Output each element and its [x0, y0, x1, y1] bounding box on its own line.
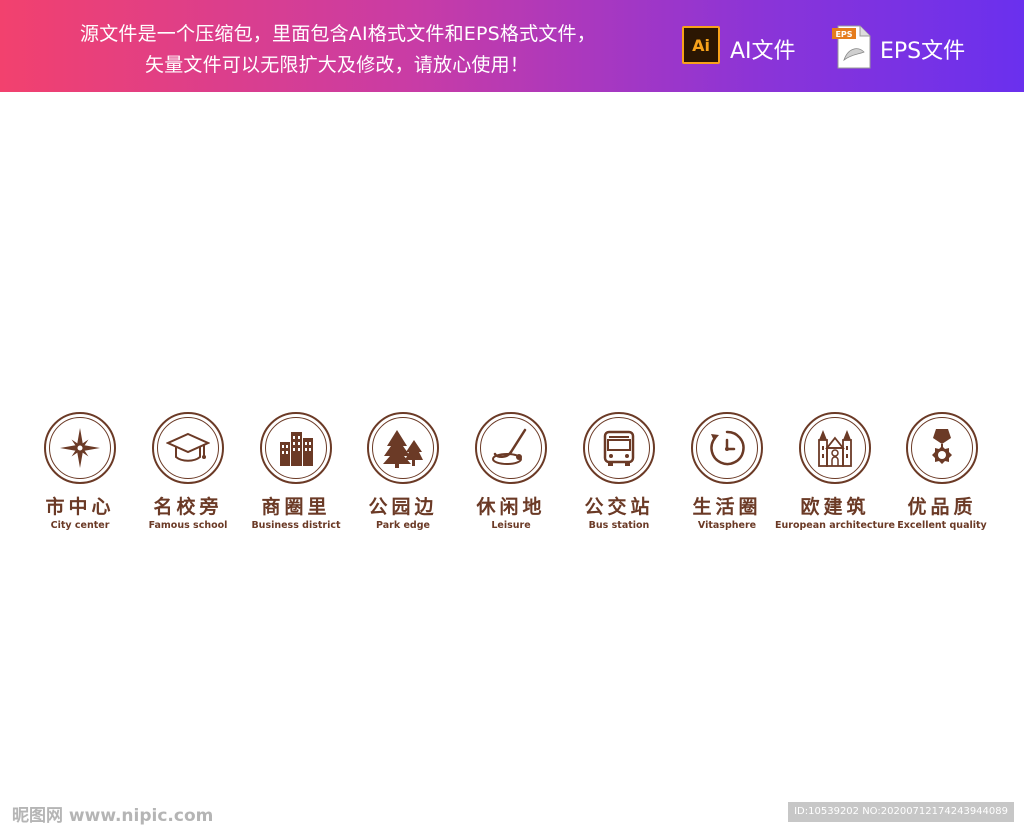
feature-vitasphere: 生活圈 Vitasphere [667, 412, 787, 532]
feature-excellent-quality: 优品质 Excellent quality [882, 412, 1002, 532]
feature-european-architecture: 欧建筑 European architecture [775, 412, 895, 532]
feature-leisure: 休闲地 Leisure [451, 412, 571, 532]
banner-text-line-2: 矢量文件可以无限扩大及修改，请放心使用！ [145, 54, 530, 76]
ai-file-label: AI文件 [730, 39, 796, 64]
feature-park-edge: 公园边 Park edge [343, 412, 463, 532]
golf-icon [492, 428, 527, 465]
feature-title: 优品质 [907, 496, 977, 518]
graduation-cap-icon [166, 432, 210, 462]
feature-subtitle: Bus station [588, 520, 650, 531]
image-id-watermark: ID:10539202 NO:20200712174243944089 [788, 802, 1014, 822]
feature-subtitle: Business district [251, 520, 341, 531]
feature-subtitle: Excellent quality [897, 520, 987, 531]
trees-icon [383, 430, 423, 468]
bus-icon [603, 430, 635, 466]
feature-subtitle: Park edge [376, 520, 430, 531]
feature-business-district: 商圈里 Business district [236, 412, 356, 532]
buildings-icon [280, 432, 313, 466]
eps-file-icon: EPS [832, 25, 871, 69]
feature-subtitle: City center [50, 520, 110, 531]
feature-title: 公交站 [584, 496, 654, 518]
banner-text-line-1: 源文件是一个压缩包，里面包含AI格式文件和EPS格式文件， [80, 23, 596, 45]
feature-famous-school: 名校旁 Famous school [128, 412, 248, 532]
feature-bus-station: 公交站 Bus station [559, 412, 679, 532]
feature-subtitle: Vitasphere [697, 520, 757, 531]
cathedral-icon [818, 430, 852, 467]
clock-icon [710, 430, 745, 466]
feature-title: 市中心 [45, 496, 115, 518]
feature-title: 生活圈 [692, 496, 762, 518]
eps-file-label: EPS文件 [880, 39, 966, 64]
ai-file-icon: Ai [682, 26, 720, 64]
feature-title: 名校旁 [153, 496, 223, 518]
nipic-watermark: 昵图网 www.nipic.com [12, 806, 214, 826]
feature-subtitle: European architecture [775, 520, 895, 531]
top-banner: 源文件是一个压缩包，里面包含AI格式文件和EPS格式文件， 矢量文件可以无限扩大… [0, 0, 1024, 92]
feature-title: 商圈里 [261, 496, 331, 518]
feature-title: 欧建筑 [800, 496, 870, 518]
compass-icon [60, 428, 100, 468]
feature-title: 公园边 [368, 496, 438, 518]
feature-subtitle: Famous school [148, 520, 228, 531]
feature-city-center: 市中心 City center [20, 412, 140, 532]
medal-icon [932, 429, 952, 464]
feature-title: 休闲地 [476, 496, 546, 518]
feature-subtitle: Leisure [491, 520, 531, 531]
eps-badge-text: EPS [835, 30, 852, 39]
